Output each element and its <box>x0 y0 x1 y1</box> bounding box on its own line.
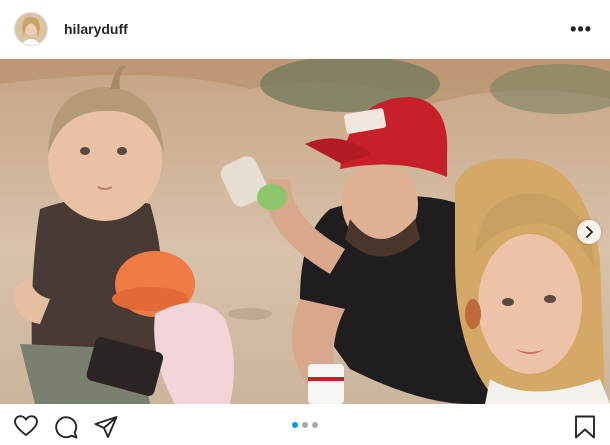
carousel-dot <box>312 422 318 428</box>
username[interactable]: hilaryduff <box>64 21 566 37</box>
chevron-right-icon <box>586 226 593 238</box>
instagram-post: hilaryduff ••• <box>0 0 610 445</box>
more-options-icon[interactable]: ••• <box>566 20 596 38</box>
photo-illustration <box>0 59 610 404</box>
comment-icon[interactable] <box>54 415 78 444</box>
carousel-next-button[interactable] <box>577 220 601 244</box>
bookmark-icon[interactable] <box>574 415 596 444</box>
carousel-dot-active <box>292 422 298 428</box>
carousel-indicator <box>292 422 318 428</box>
post-header: hilaryduff ••• <box>0 0 610 59</box>
avatar[interactable] <box>14 12 48 46</box>
share-icon[interactable] <box>94 415 118 444</box>
heart-icon[interactable] <box>14 415 38 442</box>
carousel-dot <box>302 422 308 428</box>
post-actions-bar <box>0 404 610 445</box>
post-photo[interactable] <box>0 59 610 404</box>
